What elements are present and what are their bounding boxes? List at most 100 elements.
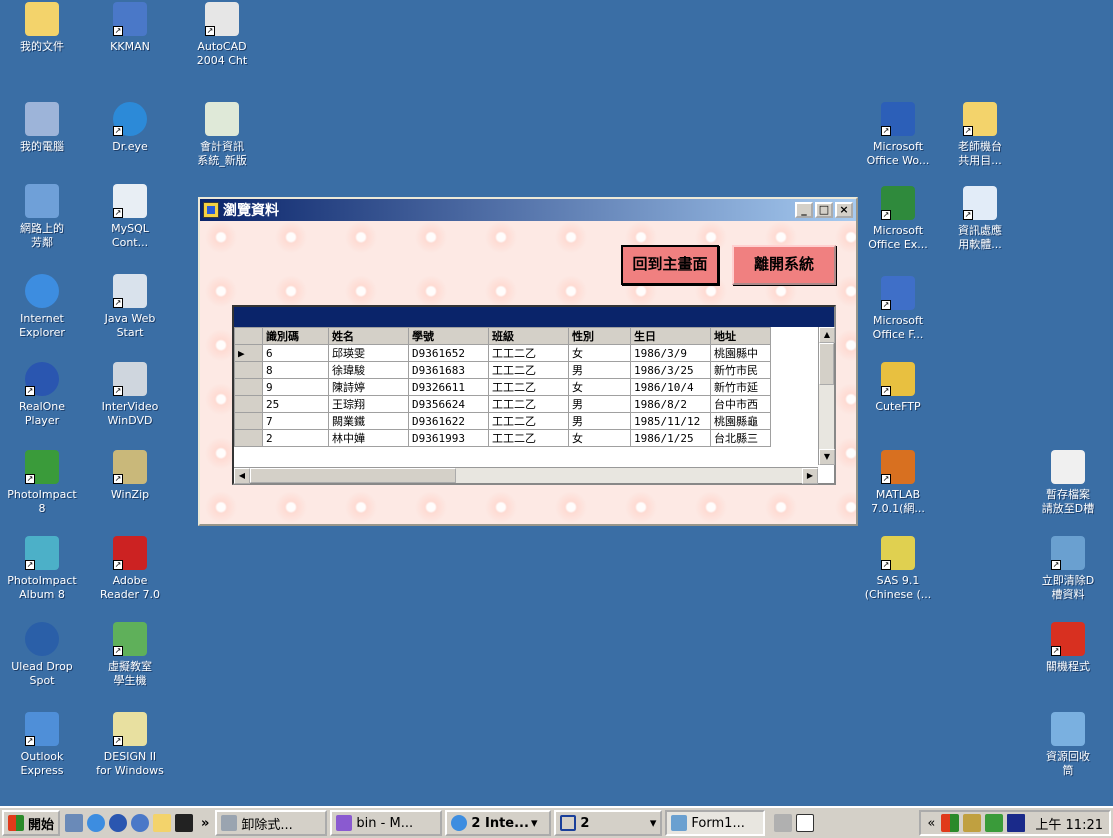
row-header[interactable] (234, 395, 263, 413)
desktop-icon-cuteftp[interactable]: ↗ CuteFTP (856, 362, 940, 414)
desktop-icon-teacher[interactable]: ↗ 老師機台 共用目... (938, 102, 1022, 168)
cell[interactable]: 新竹市民 (710, 361, 771, 379)
taskbar-item[interactable]: 2 Inte... ▾ (445, 810, 552, 836)
start-button[interactable]: 開始 (2, 810, 61, 836)
cell[interactable]: 桃園縣中 (710, 344, 771, 362)
desktop-icon-my-docs[interactable]: 我的文件 (0, 2, 84, 54)
col-header[interactable]: 姓名 (328, 327, 409, 345)
desktop-icon-winzip[interactable]: ↗ WinZip (88, 450, 172, 502)
table-row[interactable]: 9 陳詩婷 D9326611 工工二乙 女 1986/10/4 新竹市延 (234, 378, 771, 396)
desktop-icon-word[interactable]: ↗ Microsoft Office Wo... (856, 102, 940, 168)
cell[interactable]: D9326611 (408, 378, 489, 396)
tray-expand-icon[interactable]: « (927, 816, 935, 831)
desktop-icon-photoimpact[interactable]: ↗ PhotoImpact 8 (0, 450, 84, 516)
cell[interactable]: 女 (568, 429, 631, 447)
windows-flag-tray-icon[interactable] (941, 814, 960, 832)
cell[interactable]: 1986/1/25 (630, 429, 711, 447)
cell[interactable]: D9361993 (408, 429, 489, 447)
cell[interactable]: 陳詩婷 (328, 378, 409, 396)
table-row[interactable]: ▶ 6 邱瑛雯 D9361652 工工二乙 女 1986/3/9 桃園縣中 (234, 344, 771, 362)
show-desktop-icon[interactable] (65, 814, 84, 832)
desktop-icon-shutdown[interactable]: ↗ 關機程式 (1024, 622, 1112, 674)
desktop-icon-windvd[interactable]: ↗ InterVideo WinDVD (88, 362, 172, 428)
table-row[interactable]: 2 林中嬅 D9361993 工工二乙 女 1986/1/25 台北縣三 (234, 429, 771, 447)
network-tray-icon[interactable] (963, 814, 982, 832)
row-header[interactable] (234, 429, 263, 447)
cell[interactable]: D9356624 (408, 395, 489, 413)
cell[interactable]: 工工二乙 (488, 378, 569, 396)
desktop-icon-design2[interactable]: ↗ DESIGN II for Windows (88, 712, 172, 778)
home-button[interactable]: 回到主畫面 (621, 245, 719, 285)
cell[interactable]: 男 (568, 395, 631, 413)
cell[interactable]: 工工二乙 (488, 344, 569, 362)
cell[interactable]: 男 (568, 361, 631, 379)
cell[interactable]: 1985/11/12 (630, 412, 711, 430)
maximize-button[interactable]: □ (815, 202, 833, 218)
clock[interactable]: 上午 11:21 (1035, 814, 1103, 833)
cell[interactable]: 8 (262, 361, 329, 379)
help-icon[interactable] (796, 814, 815, 832)
col-header[interactable]: 班級 (488, 327, 569, 345)
desktop-icon-network[interactable]: 網路上的 芳鄰 (0, 184, 84, 250)
table-row[interactable]: 8 徐瑋駿 D9361683 工工二乙 男 1986/3/25 新竹市民 (234, 361, 771, 379)
desktop-icon-pi-album[interactable]: ↗ PhotoImpact Album 8 (0, 536, 84, 602)
minimize-button[interactable]: _ (795, 202, 813, 218)
cell[interactable]: 25 (262, 395, 329, 413)
scroll-up-icon[interactable]: ▲ (819, 327, 835, 343)
col-header[interactable]: 學號 (408, 327, 489, 345)
col-header[interactable]: 生日 (630, 327, 711, 345)
cell[interactable]: 7 (262, 412, 329, 430)
close-button[interactable]: × (835, 202, 853, 218)
desktop-icon-ulead-drop[interactable]: Ulead Drop Spot (0, 622, 84, 688)
cell[interactable]: 邱瑛雯 (328, 344, 409, 362)
desktop-icon-sas[interactable]: ↗ SAS 9.1 (Chinese (... (856, 536, 940, 602)
scroll-right-icon[interactable]: ▶ (802, 468, 818, 484)
browser-quicklaunch-icon[interactable] (131, 814, 150, 832)
vertical-scrollbar[interactable]: ▲ ▼ (818, 327, 835, 465)
desktop-icon-infoapp[interactable]: ↗ 資訊處應 用軟體... (938, 186, 1022, 252)
cell[interactable]: 台中市西 (710, 395, 771, 413)
cell[interactable]: 工工二乙 (488, 429, 569, 447)
realone-quicklaunch-icon[interactable] (109, 814, 128, 832)
horizontal-scrollbar[interactable]: ◀ ▶ (234, 467, 818, 484)
cell[interactable]: 女 (568, 378, 631, 396)
cell[interactable]: 工工二乙 (488, 361, 569, 379)
table-row[interactable]: 7 闕業鐵 D9361622 工工二乙 男 1985/11/12 桃園縣龜 (234, 412, 771, 430)
ie-quicklaunch-icon[interactable] (87, 814, 106, 832)
col-header[interactable]: 識別碼 (262, 327, 329, 345)
scroll-left-icon[interactable]: ◀ (234, 468, 250, 484)
title-bar[interactable]: 瀏覽資料 _ □ × (200, 199, 856, 221)
printer-icon[interactable] (774, 814, 793, 832)
desktop-icon-tempstore[interactable]: 暫存檔案 請放至D槽 (1024, 450, 1112, 516)
row-header[interactable] (234, 412, 263, 430)
desktop-icon-frontpage[interactable]: ↗ Microsoft Office F... (856, 276, 940, 342)
exit-button[interactable]: 離開系統 (732, 245, 836, 285)
cell[interactable]: D9361652 (408, 344, 489, 362)
cell[interactable]: 6 (262, 344, 329, 362)
antivirus-tray-icon[interactable] (985, 814, 1004, 832)
desktop-icon-matlab[interactable]: ↗ MATLAB 7.0.1(網... (856, 450, 940, 516)
table-row[interactable]: 25 王琮翔 D9356624 工工二乙 男 1986/8/2 台中市西 (234, 395, 771, 413)
data-grid[interactable]: 識別碼 姓名 學號 班級 性別 生日 地址 ▶ 6 邱瑛雯 D9361652 工… (232, 305, 836, 485)
display-tray-icon[interactable] (1007, 814, 1026, 832)
desktop-icon-mysql[interactable]: ↗ MySQL Cont... (88, 184, 172, 250)
desktop-icon-realone[interactable]: ↗ RealOne Player (0, 362, 84, 428)
desktop-icon-dreye[interactable]: ↗ Dr.eye (88, 102, 172, 154)
cell[interactable]: 闕業鐵 (328, 412, 409, 430)
console-quicklaunch-icon[interactable] (175, 814, 194, 832)
cell[interactable]: 王琮翔 (328, 395, 409, 413)
folder-quicklaunch-icon[interactable] (153, 814, 172, 832)
cell[interactable]: 1986/8/2 (630, 395, 711, 413)
desktop-icon-kkman[interactable]: ↗ KKMAN (88, 2, 172, 54)
cell[interactable]: 2 (262, 429, 329, 447)
chevron-icon[interactable]: » (201, 816, 209, 831)
cell[interactable]: 9 (262, 378, 329, 396)
cell[interactable]: 1986/10/4 (630, 378, 711, 396)
cell[interactable]: 工工二乙 (488, 412, 569, 430)
cell[interactable]: 徐瑋駿 (328, 361, 409, 379)
desktop-icon-excel[interactable]: ↗ Microsoft Office Ex... (856, 186, 940, 252)
col-header[interactable]: 性別 (568, 327, 631, 345)
desktop-icon-javaws[interactable]: ↗ Java Web Start (88, 274, 172, 340)
desktop-icon-accounting[interactable]: 會計資訊 系統_新版 (180, 102, 264, 168)
cell[interactable]: 台北縣三 (710, 429, 771, 447)
